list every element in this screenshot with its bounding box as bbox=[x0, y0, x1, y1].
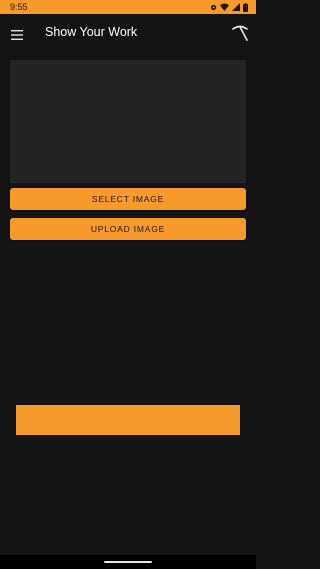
status-icons bbox=[210, 2, 248, 12]
navigation-bar bbox=[0, 555, 256, 569]
settings-dot-icon bbox=[210, 4, 217, 11]
signal-icon bbox=[232, 3, 240, 11]
upload-image-button[interactable]: UPLOAD IMAGE bbox=[10, 218, 246, 240]
wifi-icon bbox=[220, 3, 229, 11]
page-title: Show Your Work bbox=[45, 25, 138, 39]
pickaxe-icon[interactable] bbox=[231, 24, 249, 42]
status-bar: 9:55 bbox=[0, 0, 256, 14]
select-image-button[interactable]: SELECT IMAGE bbox=[10, 188, 246, 210]
image-preview bbox=[10, 60, 246, 183]
status-time: 9:55 bbox=[10, 2, 28, 12]
home-gesture-handle[interactable] bbox=[104, 561, 152, 563]
battery-icon bbox=[243, 2, 248, 12]
app-bar: Show Your Work bbox=[0, 14, 256, 52]
hamburger-menu-icon[interactable] bbox=[11, 27, 23, 40]
result-bar[interactable] bbox=[16, 405, 240, 435]
